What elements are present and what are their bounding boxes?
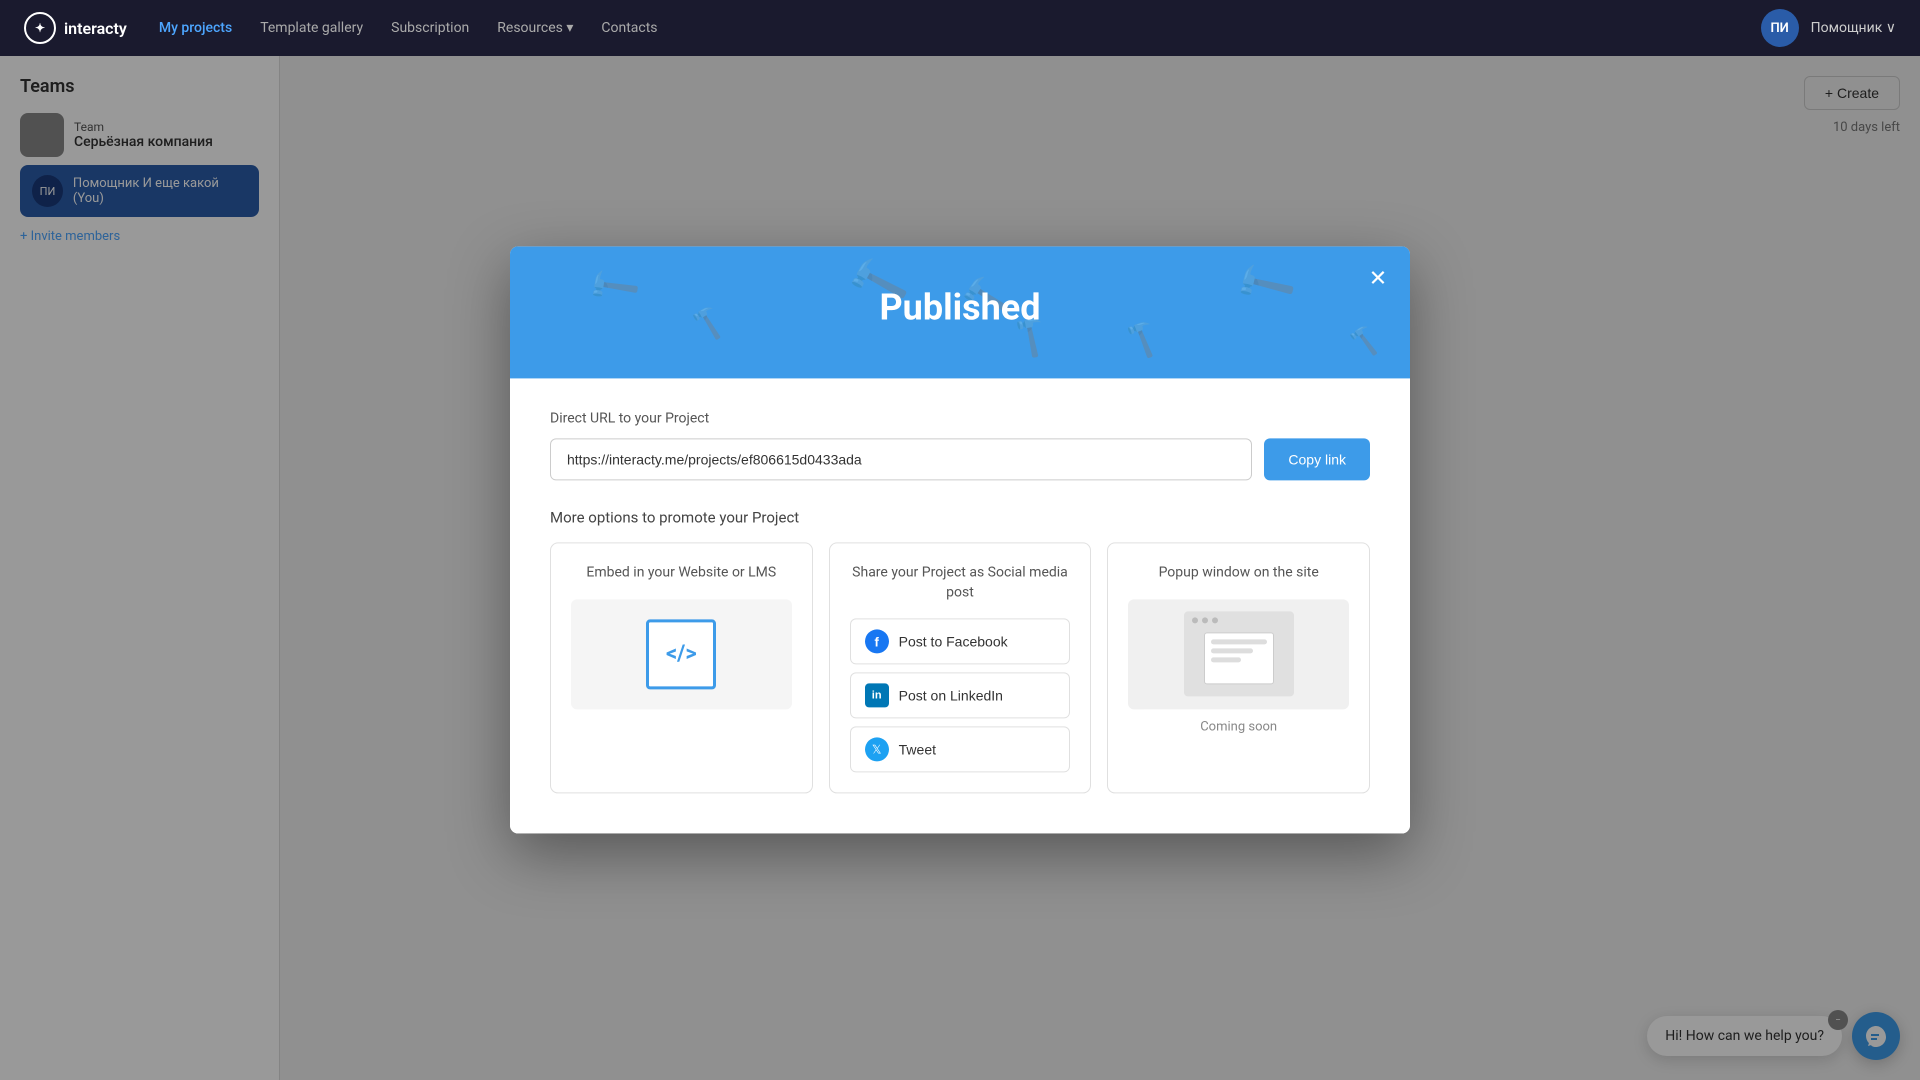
modal-header: 🔨 🔨 🔨 🔨 🔨 🔨 🔨 🔨 Published ✕ xyxy=(510,246,1410,378)
nav-my-projects[interactable]: My projects xyxy=(159,20,232,36)
popup-card: Popup window on the site xyxy=(1107,542,1370,793)
popup-bar-3 xyxy=(1211,657,1242,662)
linkedin-icon: in xyxy=(865,684,889,708)
embed-preview: </> xyxy=(571,599,792,709)
coming-soon-text: Coming soon xyxy=(1128,719,1349,734)
twitter-label: Tweet xyxy=(899,742,936,758)
dot-3 xyxy=(1212,618,1218,624)
url-input[interactable] xyxy=(550,438,1252,480)
embed-card-title: Embed in your Website or LMS xyxy=(571,563,792,583)
deco-hammer-8: 🔨 xyxy=(1346,325,1381,358)
dot-2 xyxy=(1202,618,1208,624)
options-grid: Embed in your Website or LMS </> Share y… xyxy=(550,542,1370,793)
url-row: Copy link xyxy=(550,438,1370,480)
logo-text: interacty xyxy=(64,19,127,38)
nav-subscription[interactable]: Subscription xyxy=(391,20,469,36)
nav-template-gallery[interactable]: Template gallery xyxy=(260,20,363,36)
modal-title: Published xyxy=(550,286,1370,328)
modal-body: Direct URL to your Project Copy link Mor… xyxy=(510,378,1410,833)
linkedin-share-button[interactable]: in Post on LinkedIn xyxy=(850,673,1071,719)
social-card-title: Share your Project as Social media post xyxy=(850,563,1071,602)
navbar: ✦ interacty My projects Template gallery… xyxy=(0,0,1920,56)
popup-card-title: Popup window on the site xyxy=(1128,563,1349,583)
user-name[interactable]: Помощник ∨ xyxy=(1811,20,1896,36)
nav-right: ПИ Помощник ∨ xyxy=(1761,9,1896,47)
user-avatar[interactable]: ПИ xyxy=(1761,9,1799,47)
app-logo: ✦ interacty xyxy=(24,12,127,44)
social-card: Share your Project as Social media post … xyxy=(829,542,1092,793)
popup-inner-frame xyxy=(1204,632,1274,684)
logo-icon: ✦ xyxy=(24,12,56,44)
embed-inner: </> xyxy=(646,619,716,689)
code-icon: </> xyxy=(666,642,697,667)
nav-contacts[interactable]: Contacts xyxy=(601,20,657,36)
facebook-icon: f xyxy=(865,630,889,654)
popup-bar-2 xyxy=(1211,648,1253,653)
popup-outer-frame xyxy=(1184,612,1294,697)
nav-links: My projects Template gallery Subscriptio… xyxy=(159,20,1729,36)
dot-1 xyxy=(1192,618,1198,624)
twitter-icon: 𝕏 xyxy=(865,738,889,762)
modal-close-button[interactable]: ✕ xyxy=(1362,262,1394,294)
popup-bar-1 xyxy=(1211,639,1267,644)
copy-link-button[interactable]: Copy link xyxy=(1264,438,1370,480)
nav-resources[interactable]: Resources ▾ xyxy=(497,20,573,36)
embed-card: Embed in your Website or LMS </> xyxy=(550,542,813,793)
facebook-share-button[interactable]: f Post to Facebook xyxy=(850,619,1071,665)
published-modal: 🔨 🔨 🔨 🔨 🔨 🔨 🔨 🔨 Published ✕ Direct URL t… xyxy=(510,246,1410,833)
popup-preview xyxy=(1128,599,1349,709)
promote-label: More options to promote your Project xyxy=(550,508,1370,526)
twitter-share-button[interactable]: 𝕏 Tweet xyxy=(850,727,1071,773)
facebook-label: Post to Facebook xyxy=(899,634,1008,650)
popup-dots xyxy=(1192,618,1218,624)
linkedin-label: Post on LinkedIn xyxy=(899,688,1003,704)
url-section-label: Direct URL to your Project xyxy=(550,410,1370,426)
